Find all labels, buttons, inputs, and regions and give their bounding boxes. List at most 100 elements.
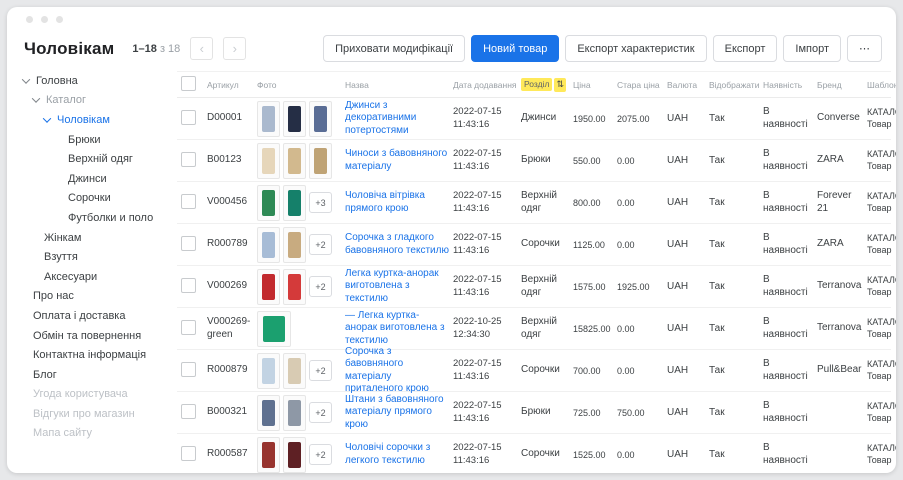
product-photo-thumbnail[interactable] [257, 437, 280, 473]
product-photo-thumbnail[interactable] [257, 185, 280, 221]
sidebar-item-pro-nas[interactable]: Про нас [23, 287, 173, 307]
sidebar-item-uhoda-korystuvacha[interactable]: Угода користувача [23, 385, 173, 405]
row-checkbox[interactable] [181, 152, 196, 167]
product-photo-thumbnail[interactable] [257, 227, 280, 263]
page-title: Чоловікам [24, 39, 114, 59]
column-header-currency[interactable]: Валюта [665, 80, 707, 90]
sidebar-item-briuky[interactable]: Брюки [23, 130, 173, 150]
product-photo-thumbnail[interactable] [257, 311, 291, 347]
window-minimize-button[interactable] [41, 16, 48, 23]
product-photo-thumbnail[interactable] [283, 227, 306, 263]
export-characteristics-button[interactable]: Експорт характеристик [565, 35, 706, 62]
more-actions-button[interactable]: ⋯ [847, 35, 882, 62]
row-checkbox[interactable] [181, 278, 196, 293]
product-photo-thumbnail[interactable] [283, 353, 306, 389]
sidebar-item-zhinkam[interactable]: Жінкам [23, 228, 173, 248]
hide-modifications-button[interactable]: Приховати модифікації [323, 35, 465, 62]
product-photo-thumbnail[interactable] [283, 101, 306, 137]
sidebar-item-obmin-ta-povernennia[interactable]: Обмін та повернення [23, 326, 173, 346]
sidebar-item-verkhnii-odiah[interactable]: Верхній одяг [23, 149, 173, 169]
select-all-checkbox[interactable] [181, 76, 196, 91]
sidebar-item-kataloh[interactable]: Каталог [23, 91, 173, 111]
time-value: 11:43:16 [453, 455, 517, 467]
row-checkbox[interactable] [181, 320, 196, 335]
product-name-link[interactable]: Чоловіча вітрівка прямого крою [345, 190, 449, 215]
new-product-button[interactable]: Новий товар [471, 35, 559, 62]
product-name-link[interactable]: Легка куртка-анорак виготовлена з тексти… [345, 268, 449, 306]
product-name-link[interactable]: Чиноси з бавовняного матеріалу [345, 148, 449, 173]
sidebar-item-oplata-i-dostavka[interactable]: Оплата і доставка [23, 306, 173, 326]
sidebar-item-label: Взуття [44, 251, 78, 263]
product-photo-thumbnail[interactable] [257, 101, 280, 137]
product-name-link[interactable]: Сорочка з бавовняного матеріалу притален… [345, 346, 449, 396]
product-name-link[interactable]: — Легка куртка-анорак виготовлена з текс… [345, 310, 449, 348]
column-header-date[interactable]: Дата додавання [451, 80, 519, 90]
sidebar-item-holovna[interactable]: Головна [23, 71, 173, 91]
product-currency: UAH [665, 323, 707, 334]
more-photos-badge[interactable]: +2 [309, 276, 332, 297]
row-checkbox[interactable] [181, 194, 196, 209]
column-header-brand[interactable]: Бренд [815, 80, 865, 90]
window-maximize-button[interactable] [56, 16, 63, 23]
product-section: Сорочки [519, 448, 571, 461]
product-name-link[interactable]: Сорочка з гладкого бавовняного текстилю [345, 232, 449, 257]
product-photo-thumbnail[interactable] [283, 395, 306, 431]
column-header-old_price[interactable]: Стара ціна [615, 80, 665, 90]
sort-icon[interactable]: ⇅ [554, 78, 566, 92]
product-name-link[interactable]: Чоловічі сорочки з легкого текстилю [345, 442, 449, 467]
row-checkbox[interactable] [181, 446, 196, 461]
product-photo-thumbnail[interactable] [257, 143, 280, 179]
sidebar-item-futbolky-i-polo[interactable]: Футболки и поло [23, 208, 173, 228]
sidebar-item-bloh[interactable]: Блог [23, 365, 173, 385]
import-button[interactable]: Імпорт [783, 35, 841, 62]
date-added-cell: 2022-07-1511:43:16 [451, 106, 519, 131]
row-checkbox[interactable] [181, 404, 196, 419]
more-photos-badge[interactable]: +2 [309, 402, 332, 423]
sidebar-item-sorochky[interactable]: Сорочки [23, 189, 173, 209]
date-value: 2022-07-15 [453, 358, 517, 370]
column-header-sku[interactable]: Артикул [205, 80, 255, 90]
more-photos-badge[interactable]: +2 [309, 444, 332, 465]
column-header-section[interactable]: Розділ⇅ [519, 78, 571, 92]
more-photos-badge[interactable]: +3 [309, 192, 332, 213]
column-header-template[interactable]: Шаблон [865, 80, 896, 90]
product-photo-thumbnail[interactable] [257, 395, 280, 431]
product-name-link[interactable]: Джинси з декоративними потертостями [345, 100, 449, 138]
prev-page-button[interactable]: ‹ [190, 37, 213, 60]
product-display-flag: Так [707, 197, 761, 208]
next-page-button[interactable]: › [223, 37, 246, 60]
row-checkbox[interactable] [181, 110, 196, 125]
table-row: B000321+2Штани з бавовняного матеріалу п… [177, 392, 891, 434]
column-header-availability[interactable]: Наявність [761, 80, 815, 90]
product-name-cell: Джинси з декоративними потертостями [343, 100, 451, 138]
product-photo-thumbnail[interactable] [309, 101, 332, 137]
product-photo-thumbnail[interactable] [283, 269, 306, 305]
product-photos-cell: +2 [255, 227, 343, 263]
sidebar-item-vidhuky-pro-mahazyn[interactable]: Відгуки про магазин [23, 404, 173, 424]
window-close-button[interactable] [26, 16, 33, 23]
sidebar-item-aksesuary[interactable]: Аксесуари [23, 267, 173, 287]
pagination-label: 1–18 з 18 [132, 43, 180, 55]
sidebar-item-mapa-saitu[interactable]: Мапа сайту [23, 424, 173, 444]
product-photo-thumbnail[interactable] [283, 437, 306, 473]
sidebar-item-dzhynsy[interactable]: Джинси [23, 169, 173, 189]
product-photo-thumbnail[interactable] [283, 143, 306, 179]
product-photo-thumbnail[interactable] [283, 185, 306, 221]
column-header-photo[interactable]: Фото [255, 80, 343, 90]
sidebar-item-cholovikam[interactable]: Чоловікам [23, 110, 173, 130]
row-checkbox[interactable] [181, 236, 196, 251]
more-photos-badge[interactable]: +2 [309, 360, 332, 381]
row-checkbox[interactable] [181, 362, 196, 377]
column-header-name[interactable]: Назва [343, 80, 451, 90]
sidebar-item-kontaktna-informatsiia[interactable]: Контактна інформація [23, 345, 173, 365]
product-photo-thumbnail[interactable] [257, 353, 280, 389]
sidebar-item-vzuttia[interactable]: Взуття [23, 247, 173, 267]
product-photo-thumbnail[interactable] [309, 143, 332, 179]
export-button[interactable]: Експорт [713, 35, 778, 62]
photo-thumbnails: +2 [257, 395, 341, 431]
product-photo-thumbnail[interactable] [257, 269, 280, 305]
product-name-link[interactable]: Штани з бавовняного матеріалу прямого кр… [345, 394, 449, 432]
more-photos-badge[interactable]: +2 [309, 234, 332, 255]
column-header-display[interactable]: Відображати [707, 80, 761, 90]
column-header-price[interactable]: Ціна [571, 80, 615, 90]
